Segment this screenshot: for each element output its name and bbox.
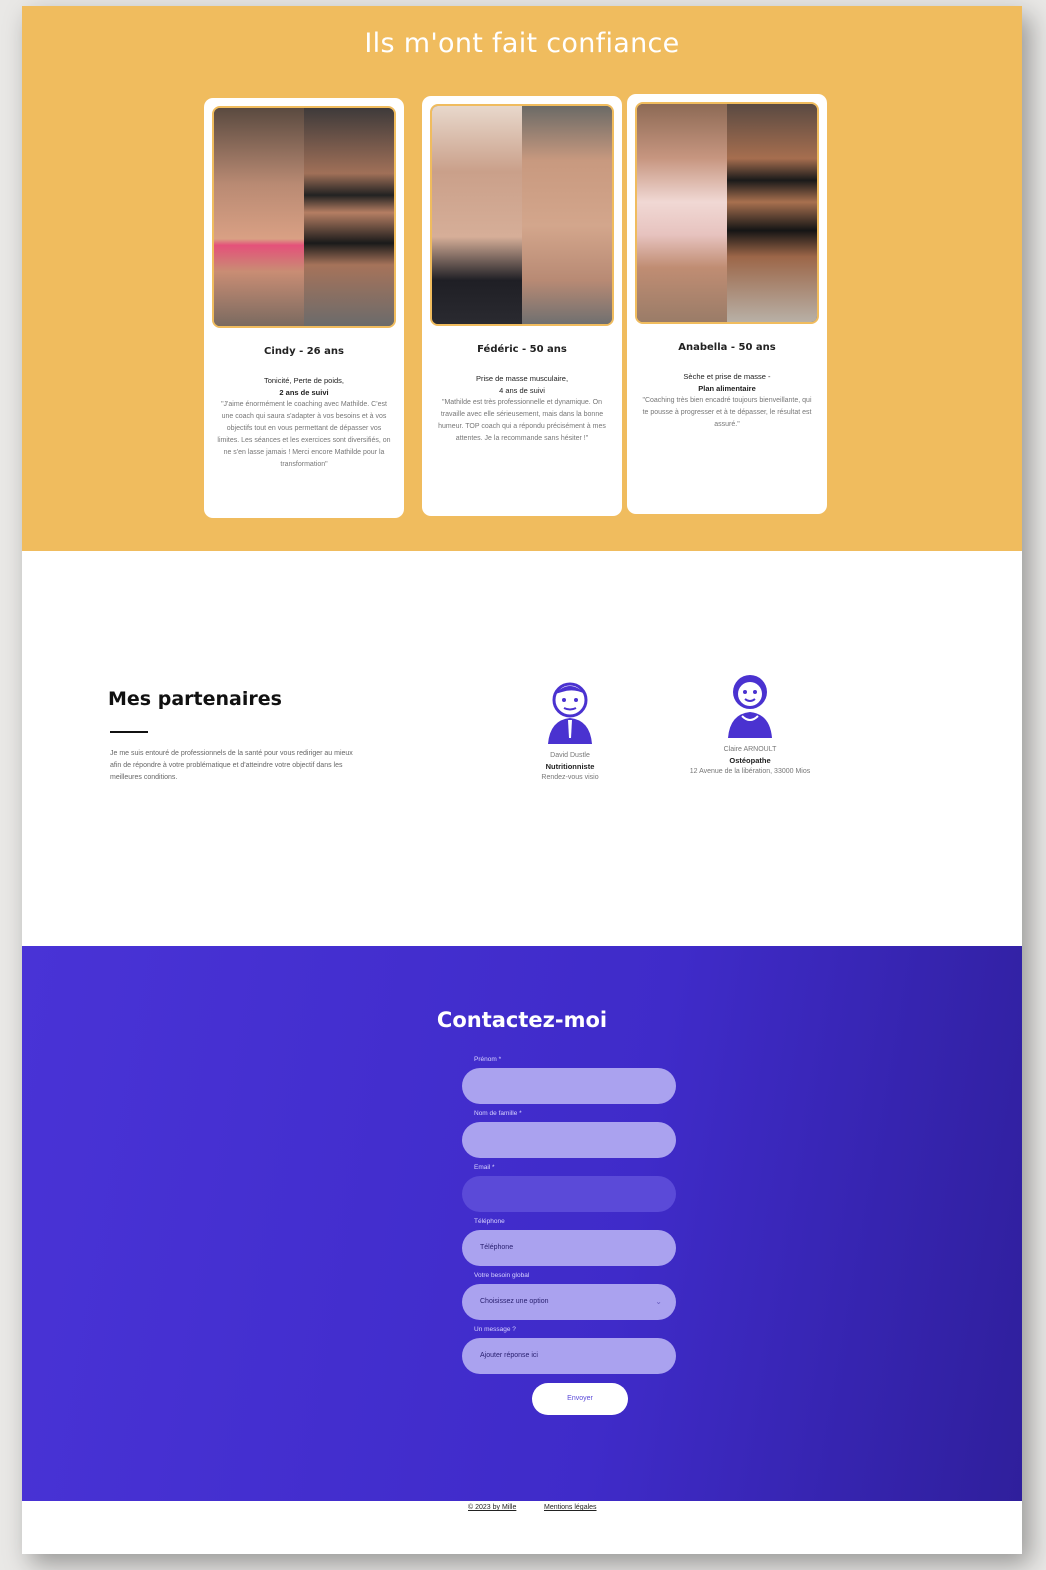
copyright-link[interactable]: © 2023 by Mille <box>468 1504 516 1511</box>
partner-name: David Dustle <box>550 752 590 759</box>
testimonial-card-cindy: Cindy - 26 ans Tonicité, Perte de poids,… <box>204 98 404 518</box>
testimonial-goal: Sèche et prise de masse - <box>683 372 771 381</box>
last-name-field: Nom de famille * <box>462 1110 676 1158</box>
testimonial-duration: 2 ans de suivi <box>279 388 329 397</box>
website-page: Ils m'ont fait confiance Cindy - 26 ans … <box>22 6 1022 1554</box>
partner-name: Claire ARNOULT <box>723 746 777 753</box>
email-input[interactable] <box>462 1176 676 1212</box>
field-label: Nom de famille * <box>474 1110 522 1117</box>
testimonial-name: Fédéric - 50 ans <box>477 344 567 355</box>
partner-details: Rendez-vous visio <box>541 774 599 781</box>
send-button[interactable]: Envoyer <box>532 1383 628 1415</box>
testimonial-quote: "J'aime énormément le coaching avec Math… <box>217 401 391 468</box>
field-label: Un message ? <box>474 1326 516 1333</box>
testimonial-name: Cindy - 26 ans <box>264 346 344 357</box>
footer: © 2023 by Mille Mentions légales <box>22 1501 1022 1554</box>
title-underline <box>110 731 148 733</box>
contact-title: Contactez-moi <box>436 1008 608 1032</box>
need-select[interactable]: Choisissez une option ⌄ <box>462 1284 676 1320</box>
field-label: Prénom * <box>474 1056 502 1063</box>
select-value: Choisissez une option <box>480 1298 549 1305</box>
osteopath-avatar-icon <box>720 672 780 738</box>
before-after-photo <box>635 102 819 324</box>
testimonial-goal: Prise de masse musculaire, <box>475 374 569 383</box>
testimonial-duration: Plan alimentaire <box>698 384 756 393</box>
need-select-field: Votre besoin global Choisissez une optio… <box>462 1272 676 1320</box>
field-label: Téléphone <box>474 1218 505 1225</box>
partner-details: 12 Avenue de la libération, 33000 Mios <box>689 768 811 775</box>
testimonial-quote: "Mathilde est très professionnelle et dy… <box>438 399 606 442</box>
phone-field: Téléphone Téléphone <box>462 1218 676 1266</box>
testimonial-goal: Tonicité, Perte de poids, <box>263 376 345 385</box>
partner-role: Ostéopathe <box>729 756 771 765</box>
field-label: Votre besoin global <box>474 1272 530 1279</box>
first-name-field: Prénom * <box>462 1056 676 1104</box>
testimonial-card-federic: Fédéric - 50 ans Prise de masse musculai… <box>422 96 622 516</box>
testimonial-name: Anabella - 50 ans <box>678 342 776 353</box>
partners-description: Je me suis entouré de professionnels de … <box>110 750 353 781</box>
field-label: Email * <box>474 1164 495 1171</box>
legal-notice-link[interactable]: Mentions légales <box>544 1504 597 1511</box>
partner-role: Nutritionniste <box>545 762 595 771</box>
testimonial-card-anabella: Anabella - 50 ans Sèche et prise de mass… <box>627 94 827 514</box>
before-after-photo <box>212 106 396 328</box>
testimonials-title: Ils m'ont fait confiance <box>364 28 680 59</box>
message-field: Un message ? Ajouter réponse ici <box>462 1326 676 1374</box>
testimonials-section: Ils m'ont fait confiance Cindy - 26 ans … <box>22 6 1022 551</box>
phone-input[interactable]: Téléphone <box>462 1230 676 1266</box>
before-after-photo <box>430 104 614 326</box>
contact-section: Contactez-moi Prénom * Nom de famille * … <box>22 946 1022 1501</box>
testimonial-quote: "Coaching très bien encadré toujours bie… <box>642 397 812 428</box>
partner-nutritionist: David Dustle Nutritionniste Rendez-vous … <box>470 678 670 781</box>
chevron-down-icon: ⌄ <box>655 1297 662 1306</box>
last-name-input[interactable] <box>462 1122 676 1158</box>
message-input[interactable]: Ajouter réponse ici <box>462 1338 676 1374</box>
testimonial-duration: 4 ans de suivi <box>499 386 545 395</box>
partner-osteopath: Claire ARNOULT Ostéopathe 12 Avenue de l… <box>650 672 850 775</box>
first-name-input[interactable] <box>462 1068 676 1104</box>
nutritionist-avatar-icon <box>540 678 600 744</box>
partners-title: Mes partenaires <box>108 688 282 710</box>
email-field: Email * <box>462 1164 676 1212</box>
